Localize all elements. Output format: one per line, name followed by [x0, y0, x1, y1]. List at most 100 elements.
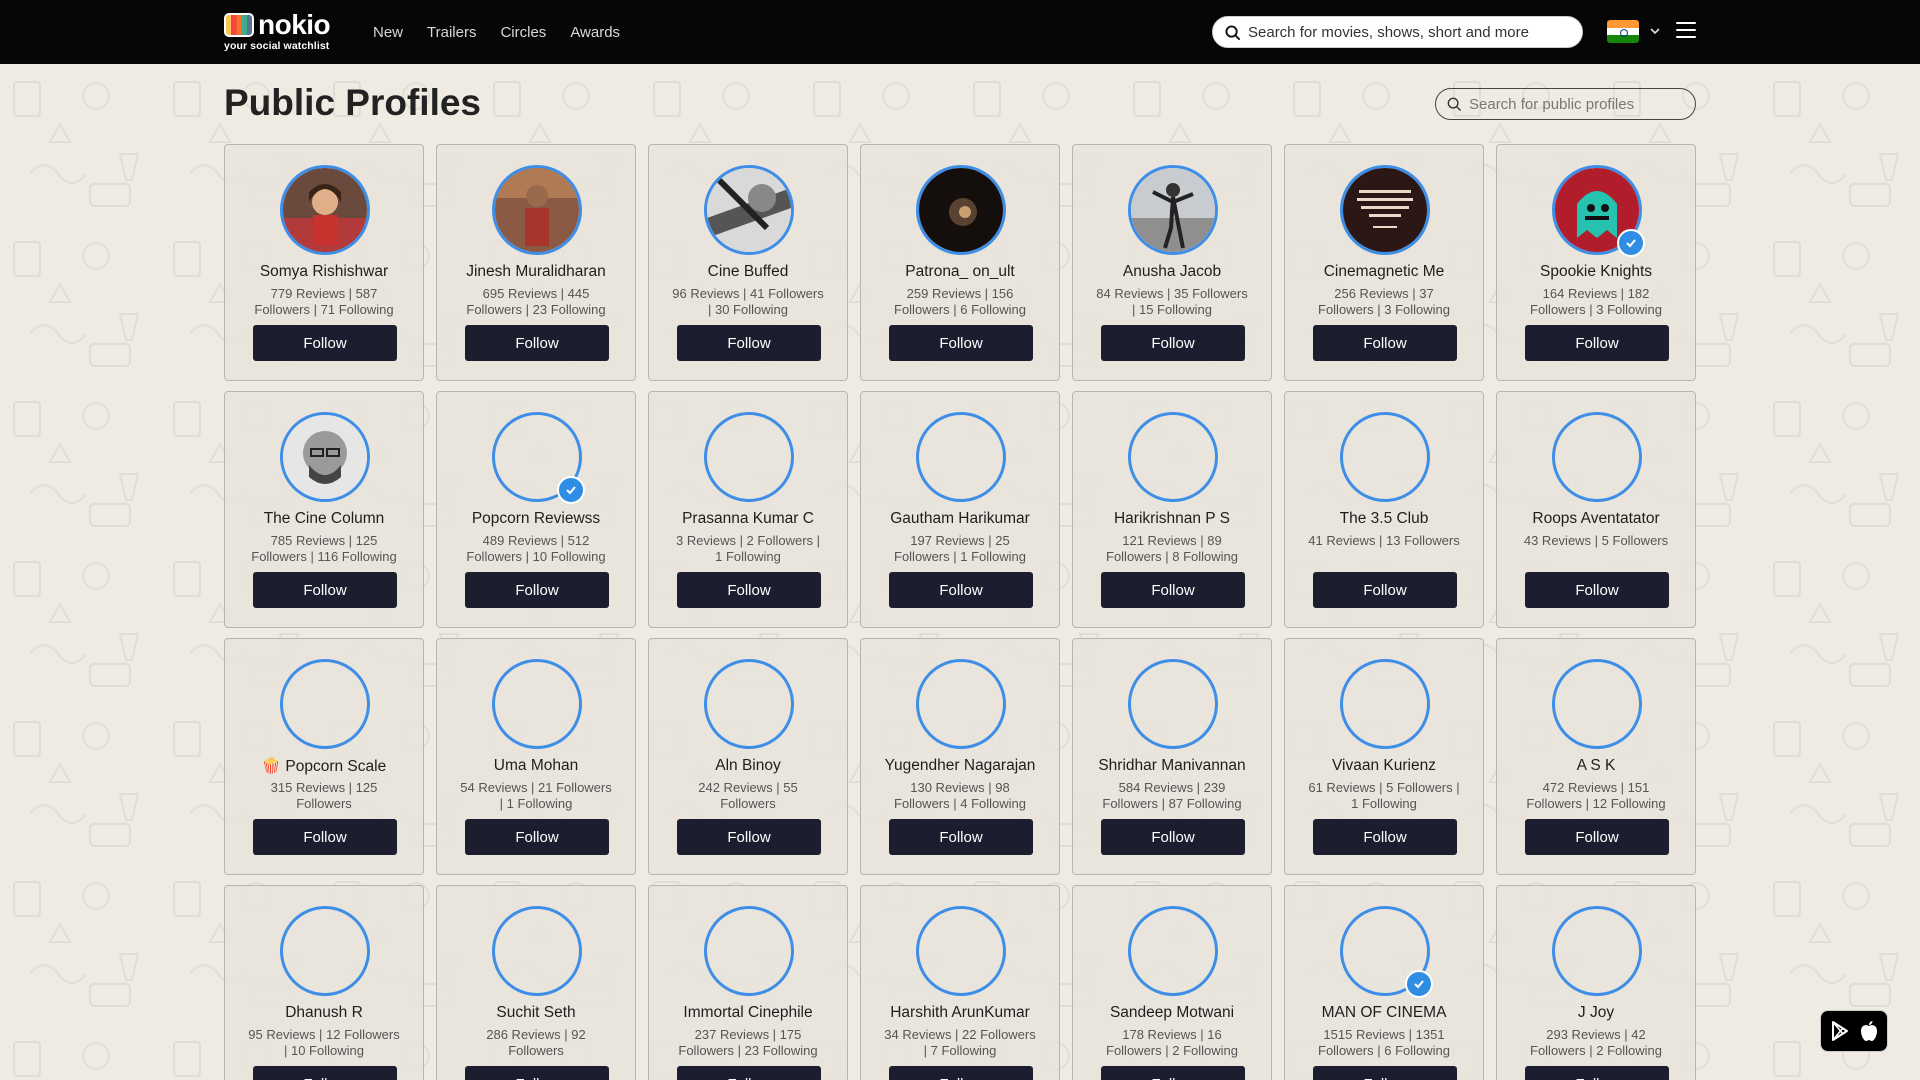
profile-name[interactable]: 🍿 Popcorn Scale — [229, 757, 419, 776]
avatar[interactable] — [704, 412, 794, 502]
global-search-input[interactable] — [1248, 23, 1568, 41]
profile-card[interactable]: Immortal Cinephile 237 Reviews | 175 Foll… — [648, 885, 848, 1080]
avatar[interactable] — [1340, 412, 1430, 502]
profile-card[interactable]: Vivaan Kurienz 61 Reviews | 5 Followers |… — [1284, 638, 1484, 875]
profile-name[interactable]: The 3.5 Club — [1289, 510, 1479, 528]
profile-card[interactable]: The Cine Column 785 Reviews | 125 Followe… — [224, 391, 424, 628]
profile-card[interactable]: Popcorn Reviewss 489 Reviews | 512 Follow… — [436, 391, 636, 628]
profile-card[interactable]: Prasanna Kumar C 3 Reviews | 2 Followers … — [648, 391, 848, 628]
profile-card[interactable]: Uma Mohan 54 Reviews | 21 Followers | 1 F… — [436, 638, 636, 875]
profile-name[interactable]: MAN OF CINEMA — [1289, 1004, 1479, 1022]
follow-button[interactable]: Follow — [1313, 819, 1457, 855]
avatar[interactable] — [280, 906, 370, 996]
profile-card[interactable]: Dhanush R 95 Reviews | 12 Followers | 10 … — [224, 885, 424, 1080]
avatar[interactable] — [280, 659, 370, 749]
follow-button[interactable]: Follow — [889, 819, 1033, 855]
avatar[interactable] — [1128, 165, 1218, 255]
follow-button[interactable]: Follow — [889, 572, 1033, 608]
app-download-badge[interactable] — [1820, 1010, 1888, 1052]
follow-button[interactable]: Follow — [465, 819, 609, 855]
follow-button[interactable]: Follow — [465, 325, 609, 361]
profile-name[interactable]: Cinemagnetic Me — [1289, 263, 1479, 281]
profile-name[interactable]: A S K — [1501, 757, 1691, 775]
profile-name[interactable]: Jinesh Muralidharan — [441, 263, 631, 281]
profile-name[interactable]: Immortal Cinephile — [653, 1004, 843, 1022]
profile-card[interactable]: Harikrishnan P S 121 Reviews | 89 Followe… — [1072, 391, 1272, 628]
avatar[interactable] — [1552, 412, 1642, 502]
global-search-box[interactable] — [1212, 16, 1583, 48]
follow-button[interactable]: Follow — [1313, 1066, 1457, 1080]
profile-name[interactable]: Yugendher Nagarajan — [865, 757, 1055, 775]
nokio-logo[interactable]: nokio your social watchlist — [224, 11, 336, 52]
profile-card[interactable]: Yugendher Nagarajan 130 Reviews | 98 Foll… — [860, 638, 1060, 875]
avatar[interactable] — [280, 412, 370, 502]
profile-card[interactable]: Patrona_ on_ult 259 Reviews | 156 Followe… — [860, 144, 1060, 381]
profile-name[interactable]: Somya Rishishwar — [229, 263, 419, 281]
india-flag-icon[interactable] — [1607, 20, 1639, 43]
follow-button[interactable]: Follow — [1101, 819, 1245, 855]
profile-name[interactable]: Spookie Knights — [1501, 263, 1691, 281]
profile-card[interactable]: Cine Buffed 96 Reviews | 41 Followers | 3… — [648, 144, 848, 381]
profile-name[interactable]: Patrona_ on_ult — [865, 263, 1055, 281]
follow-button[interactable]: Follow — [677, 819, 821, 855]
follow-button[interactable]: Follow — [1313, 325, 1457, 361]
chevron-down-icon[interactable] — [1648, 24, 1662, 38]
profile-name[interactable]: Uma Mohan — [441, 757, 631, 775]
follow-button[interactable]: Follow — [889, 1066, 1033, 1080]
profile-name[interactable]: Gautham Harikumar — [865, 510, 1055, 528]
profile-card[interactable]: Roops Aventatator 43 Reviews | 5 Follower… — [1496, 391, 1696, 628]
profile-card[interactable]: Somya Rishishwar 779 Reviews | 587 Follow… — [224, 144, 424, 381]
follow-button[interactable]: Follow — [677, 572, 821, 608]
profile-card[interactable]: Harshith ArunKumar 34 Reviews | 22 Follow… — [860, 885, 1060, 1080]
profile-name[interactable]: Harshith ArunKumar — [865, 1004, 1055, 1022]
avatar[interactable] — [704, 165, 794, 255]
profile-card[interactable]: Aln Binoy 242 Reviews | 55 Followers Follo… — [648, 638, 848, 875]
profile-name[interactable]: Shridhar Manivannan — [1077, 757, 1267, 775]
profile-name[interactable]: Roops Aventatator — [1501, 510, 1691, 528]
profile-card[interactable]: A S K 472 Reviews | 151 Followers | 12 Fo… — [1496, 638, 1696, 875]
profile-card[interactable]: Suchit Seth 286 Reviews | 92 Followers Fol… — [436, 885, 636, 1080]
avatar[interactable] — [280, 165, 370, 255]
profile-card[interactable]: Anusha Jacob 84 Reviews | 35 Followers | … — [1072, 144, 1272, 381]
profile-card[interactable]: Sandeep Motwani 178 Reviews | 16 Follower… — [1072, 885, 1272, 1080]
profile-card[interactable]: 🍿 Popcorn Scale 315 Reviews | 125 Followe… — [224, 638, 424, 875]
follow-button[interactable]: Follow — [1313, 572, 1457, 608]
avatar[interactable] — [492, 906, 582, 996]
nav-link-new[interactable]: New — [373, 24, 403, 41]
avatar[interactable] — [1552, 906, 1642, 996]
follow-button[interactable]: Follow — [1525, 819, 1669, 855]
profile-card[interactable]: MAN OF CINEMA 1515 Reviews | 1351 Followe… — [1284, 885, 1484, 1080]
profile-name[interactable]: Harikrishnan P S — [1077, 510, 1267, 528]
profile-name[interactable]: Anusha Jacob — [1077, 263, 1267, 281]
avatar[interactable] — [916, 659, 1006, 749]
profile-card[interactable]: Shridhar Manivannan 584 Reviews | 239 Fol… — [1072, 638, 1272, 875]
profile-name[interactable]: Prasanna Kumar C — [653, 510, 843, 528]
profile-card[interactable]: Jinesh Muralidharan 695 Reviews | 445 Fol… — [436, 144, 636, 381]
avatar[interactable] — [1340, 659, 1430, 749]
avatar[interactable] — [704, 659, 794, 749]
profile-name[interactable]: Cine Buffed — [653, 263, 843, 281]
avatar[interactable] — [1128, 412, 1218, 502]
profile-name[interactable]: Aln Binoy — [653, 757, 843, 775]
follow-button[interactable]: Follow — [1525, 1066, 1669, 1080]
nav-link-circles[interactable]: Circles — [500, 24, 546, 41]
avatar[interactable] — [916, 906, 1006, 996]
avatar[interactable] — [916, 412, 1006, 502]
profile-card[interactable]: Cinemagnetic Me 256 Reviews | 37 Follower… — [1284, 144, 1484, 381]
follow-button[interactable]: Follow — [677, 325, 821, 361]
follow-button[interactable]: Follow — [1525, 572, 1669, 608]
follow-button[interactable]: Follow — [1101, 1066, 1245, 1080]
follow-button[interactable]: Follow — [253, 572, 397, 608]
follow-button[interactable]: Follow — [253, 325, 397, 361]
profile-name[interactable]: J Joy — [1501, 1004, 1691, 1022]
profile-name[interactable]: Suchit Seth — [441, 1004, 631, 1022]
profile-name[interactable]: Popcorn Reviewss — [441, 510, 631, 528]
profile-card[interactable]: J Joy 293 Reviews | 42 Followers | 2 Foll… — [1496, 885, 1696, 1080]
follow-button[interactable]: Follow — [1101, 325, 1245, 361]
follow-button[interactable]: Follow — [1525, 325, 1669, 361]
profile-card[interactable]: Spookie Knights 164 Reviews | 182 Followe… — [1496, 144, 1696, 381]
avatar[interactable] — [1340, 165, 1430, 255]
profile-name[interactable]: Dhanush R — [229, 1004, 419, 1022]
profile-search-input[interactable] — [1469, 95, 1679, 113]
follow-button[interactable]: Follow — [253, 819, 397, 855]
